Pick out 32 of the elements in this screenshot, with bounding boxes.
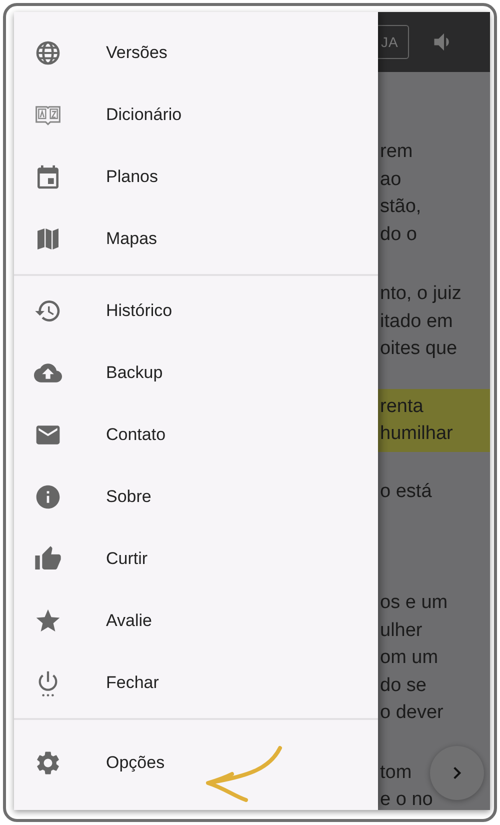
verse-text: e o no <box>380 788 433 810</box>
menu-item[interactable]: Mapas <box>14 208 378 270</box>
verse-text: os e um <box>380 591 448 615</box>
verse-text: ao <box>380 168 402 192</box>
verse-text: om um <box>380 646 438 670</box>
verse-text: nto, o juiz <box>380 282 462 306</box>
menu-item[interactable]: Curtir <box>14 528 378 590</box>
menu-item[interactable]: Sobre <box>14 466 378 528</box>
menu-item[interactable]: Opções <box>14 732 378 794</box>
verse-text: o dever <box>380 701 444 725</box>
menu-item[interactable]: Versões <box>14 22 378 84</box>
verse-text: renta <box>380 394 424 418</box>
menu-item[interactable]: Fechar <box>14 652 378 714</box>
verse-text: ulher <box>380 618 422 642</box>
menu-item[interactable]: Histórico <box>14 280 378 342</box>
verse-text: itado em <box>380 310 453 334</box>
verse-text: tom <box>380 760 412 784</box>
menu-item[interactable]: Contato <box>14 404 378 466</box>
globe-icon <box>34 39 62 67</box>
verse-text: do o <box>380 222 417 246</box>
verse-text: oites que <box>380 337 458 361</box>
verse-text: humilhar <box>380 422 453 446</box>
menu-item[interactable]: Backup <box>14 342 378 404</box>
settings-icon <box>34 749 62 777</box>
verse-text: o está <box>380 480 432 504</box>
verse-text: do se <box>380 674 426 698</box>
menu-item[interactable]: Dicionário <box>14 84 378 146</box>
info-icon <box>34 483 62 511</box>
menu-item[interactable]: Planos <box>14 146 378 208</box>
verse-text: stão, <box>380 195 422 219</box>
menu-item[interactable]: Avalie <box>14 590 378 652</box>
verse-text: rem <box>380 140 413 164</box>
